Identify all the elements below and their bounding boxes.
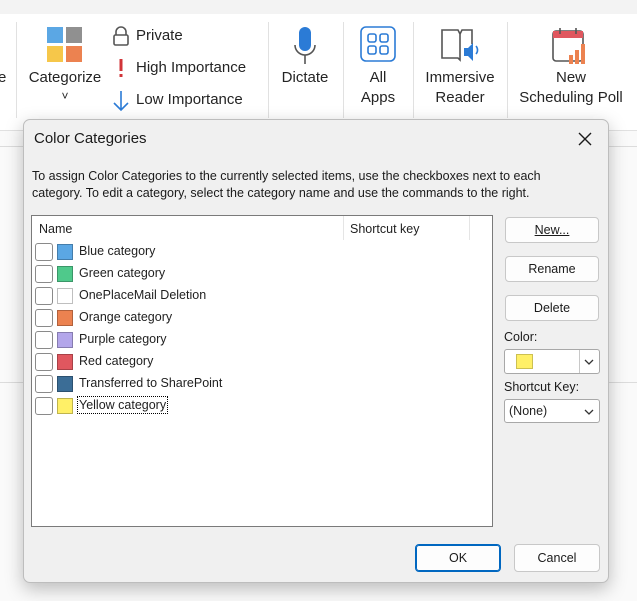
new-button[interactable]: New...: [505, 217, 599, 243]
color-categories-dialog: Color Categories To assign Color Categor…: [23, 119, 609, 583]
column-header-name[interactable]: Name: [39, 222, 72, 236]
category-row[interactable]: Orange category: [32, 307, 492, 329]
microphone-icon: [294, 27, 316, 64]
cancel-button[interactable]: Cancel: [514, 544, 600, 572]
category-checkbox[interactable]: [35, 397, 53, 415]
high-importance-label: High Importance: [136, 59, 247, 76]
ribbon-top-strip: [0, 0, 637, 14]
category-color-swatch: [57, 266, 73, 282]
category-list[interactable]: Name Shortcut key Blue category Green cat…: [31, 215, 493, 527]
category-row[interactable]: Red category: [32, 351, 492, 373]
arrow-down-icon: [113, 91, 129, 112]
new-scheduling-poll-button[interactable]: New Scheduling Poll: [513, 22, 629, 108]
column-divider[interactable]: [469, 216, 470, 240]
category-label[interactable]: Transferred to SharePoint: [79, 376, 222, 390]
low-importance-button[interactable]: Low Importance: [110, 90, 260, 112]
lock-icon: [113, 26, 129, 46]
delete-button-label: Delete: [533, 301, 571, 315]
immersive-reader-button[interactable]: Immersive Reader: [420, 22, 500, 108]
new-scheduling-poll-label-line1: New: [555, 69, 586, 86]
column-header-shortcut[interactable]: Shortcut key: [350, 222, 419, 236]
ribbon-separator: [343, 22, 344, 118]
categorize-label: Categorize: [28, 69, 102, 86]
category-label[interactable]: Orange category: [79, 310, 172, 324]
shortcut-key-value: (None): [509, 404, 548, 418]
category-checkbox[interactable]: [35, 265, 53, 283]
category-color-swatch: [57, 398, 73, 414]
immersive-reader-icon: [441, 29, 479, 62]
rename-button-label: Rename: [528, 262, 576, 276]
private-button[interactable]: Private: [110, 26, 260, 48]
ribbon-separator: [16, 22, 17, 118]
cancel-button-label: Cancel: [537, 551, 577, 565]
category-row[interactable]: Green category: [32, 263, 492, 285]
category-checkbox[interactable]: [35, 287, 53, 305]
category-label[interactable]: Purple category: [79, 332, 167, 346]
immersive-reader-label-line2: Reader: [435, 89, 485, 106]
immersive-reader-label-line1: Immersive: [425, 69, 495, 86]
ribbon: e Categorize ˅ Private High Importance L…: [0, 0, 637, 131]
apps-grid-icon: [360, 26, 396, 62]
ribbon-separator: [268, 22, 269, 118]
category-checkbox[interactable]: [35, 243, 53, 261]
delete-button[interactable]: Delete: [505, 295, 599, 321]
scheduling-poll-icon: [552, 28, 585, 64]
selected-color-swatch: [516, 354, 533, 369]
category-row[interactable]: Blue category: [32, 241, 492, 263]
category-color-swatch: [57, 354, 73, 370]
ok-button-label: OK: [448, 551, 468, 565]
ribbon-separator: [507, 22, 508, 118]
high-importance-button[interactable]: High Importance: [110, 58, 260, 80]
category-row[interactable]: Purple category: [32, 329, 492, 351]
color-label: Color:: [504, 330, 538, 344]
dialog-description: To assign Color Categories to the curren…: [32, 169, 541, 200]
dialog-title: Color Categories: [34, 130, 147, 147]
category-checkbox[interactable]: [35, 375, 53, 393]
category-color-swatch: [57, 310, 73, 326]
chevron-down-icon[interactable]: [582, 355, 596, 369]
category-checkbox[interactable]: [35, 353, 53, 371]
category-label[interactable]: Yellow category: [76, 396, 169, 414]
new-button-label: New...: [534, 223, 570, 237]
new-scheduling-poll-label-line2: Scheduling Poll: [519, 89, 623, 106]
dictate-button[interactable]: Dictate: [276, 22, 334, 108]
dictate-label: Dictate: [281, 69, 329, 86]
private-label: Private: [136, 27, 183, 44]
categorize-icon: [47, 27, 82, 62]
category-checkbox[interactable]: [35, 331, 53, 349]
category-row[interactable]: Transferred to SharePoint: [32, 373, 492, 395]
category-label[interactable]: Green category: [79, 266, 165, 280]
category-color-swatch: [57, 332, 73, 348]
exclamation-icon: [119, 59, 123, 77]
category-color-swatch: [57, 244, 73, 260]
list-header: Name Shortcut key: [32, 216, 492, 240]
close-icon[interactable]: [572, 126, 598, 152]
shortcut-key-label: Shortcut Key:: [504, 380, 580, 394]
all-apps-label-line2: Apps: [360, 89, 396, 106]
ok-button[interactable]: OK: [415, 544, 501, 572]
category-label[interactable]: Blue category: [79, 244, 155, 258]
category-label[interactable]: OnePlaceMail Deletion: [79, 288, 206, 302]
color-picker[interactable]: [504, 349, 600, 374]
truncated-ribbon-label: e: [0, 69, 7, 86]
category-color-swatch: [57, 376, 73, 392]
shortcut-key-select[interactable]: (None): [504, 399, 600, 423]
categorize-button[interactable]: Categorize ˅: [24, 22, 106, 108]
all-apps-label-line1: All: [369, 69, 387, 86]
chevron-down-icon[interactable]: [582, 405, 596, 419]
all-apps-button[interactable]: All Apps: [352, 22, 404, 108]
rename-button[interactable]: Rename: [505, 256, 599, 282]
combo-divider: [579, 350, 580, 373]
chevron-down-icon: ˅: [61, 89, 69, 103]
column-divider[interactable]: [343, 216, 344, 240]
category-row[interactable]: OnePlaceMail Deletion: [32, 285, 492, 307]
category-label[interactable]: Red category: [79, 354, 153, 368]
low-importance-label: Low Importance: [136, 91, 243, 108]
category-row[interactable]: Yellow category: [32, 395, 492, 417]
ribbon-separator: [413, 22, 414, 118]
category-checkbox[interactable]: [35, 309, 53, 327]
category-color-swatch: [57, 288, 73, 304]
